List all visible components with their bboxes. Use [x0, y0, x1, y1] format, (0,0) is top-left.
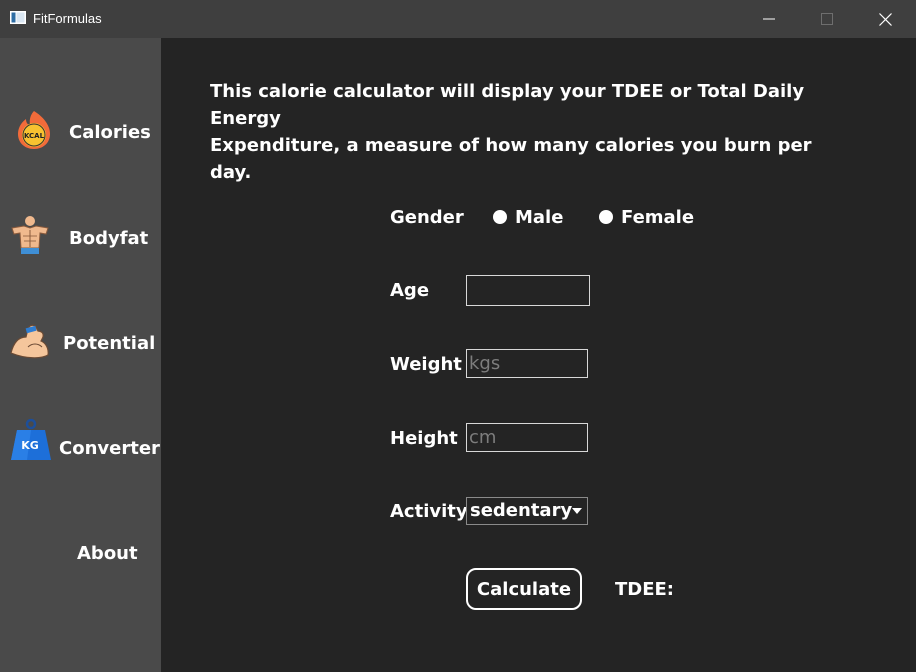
- close-button[interactable]: [856, 0, 914, 38]
- app-window: FitFormulas KCAL Calories Bodyfat Potent…: [0, 0, 916, 672]
- sidebar-item-label: About: [77, 543, 138, 564]
- tdee-label: TDEE:: [615, 579, 675, 600]
- female-radio-label[interactable]: Female: [621, 207, 694, 228]
- weight-label: Weight: [390, 354, 462, 375]
- gender-label: Gender: [390, 207, 464, 228]
- sidebar-item-potential[interactable]: Potential: [0, 313, 161, 373]
- calculate-button-label: Calculate: [476, 578, 572, 600]
- height-input[interactable]: [466, 423, 588, 452]
- flexed-arm-icon: [10, 324, 49, 359]
- activity-selected-value: sedentary: [470, 500, 573, 521]
- sidebar-item-label: Converter: [59, 438, 160, 459]
- sidebar-item-label: Bodyfat: [69, 228, 149, 249]
- minimize-icon: [763, 18, 775, 20]
- activity-select[interactable]: sedentary: [466, 497, 588, 525]
- maximize-button[interactable]: [798, 0, 856, 38]
- intro-line: This calorie calculator will display you…: [210, 81, 805, 129]
- svg-text:KCAL: KCAL: [24, 132, 45, 140]
- age-input[interactable]: [466, 275, 590, 306]
- intro-text: This calorie calculator will display you…: [210, 78, 850, 186]
- sidebar-item-label: Calories: [69, 122, 151, 143]
- intro-line: Expenditure, a measure of how many calor…: [210, 135, 812, 183]
- app-icon: [10, 11, 26, 24]
- kcal-flame-icon: KCAL: [18, 111, 50, 149]
- window-title: FitFormulas: [33, 11, 102, 26]
- female-radio[interactable]: [599, 210, 613, 224]
- minimize-button[interactable]: [740, 0, 798, 38]
- sidebar-item-label: Potential: [63, 333, 156, 354]
- male-radio[interactable]: [493, 210, 507, 224]
- title-bar[interactable]: FitFormulas: [0, 0, 916, 38]
- chevron-down-icon[interactable]: [567, 498, 587, 524]
- kg-weight-icon: KG: [11, 418, 51, 460]
- svg-text:KG: KG: [21, 439, 39, 452]
- sidebar: KCAL Calories Bodyfat Potential KG Conve…: [0, 38, 161, 672]
- age-label: Age: [390, 280, 430, 301]
- height-label: Height: [390, 428, 458, 449]
- sidebar-item-about[interactable]: About: [0, 523, 161, 583]
- sidebar-item-bodyfat[interactable]: Bodyfat: [0, 208, 161, 268]
- male-radio-label[interactable]: Male: [515, 207, 563, 228]
- torso-icon: [11, 216, 49, 254]
- close-icon: [878, 12, 892, 26]
- sidebar-item-calories[interactable]: KCAL Calories: [0, 102, 161, 162]
- maximize-icon: [821, 13, 833, 25]
- weight-input[interactable]: [466, 349, 588, 378]
- calories-panel: This calorie calculator will display you…: [161, 38, 916, 672]
- sidebar-item-converter[interactable]: KG Converter: [0, 418, 161, 478]
- activity-label: Activity: [390, 501, 468, 522]
- calculate-button[interactable]: Calculate: [466, 568, 582, 610]
